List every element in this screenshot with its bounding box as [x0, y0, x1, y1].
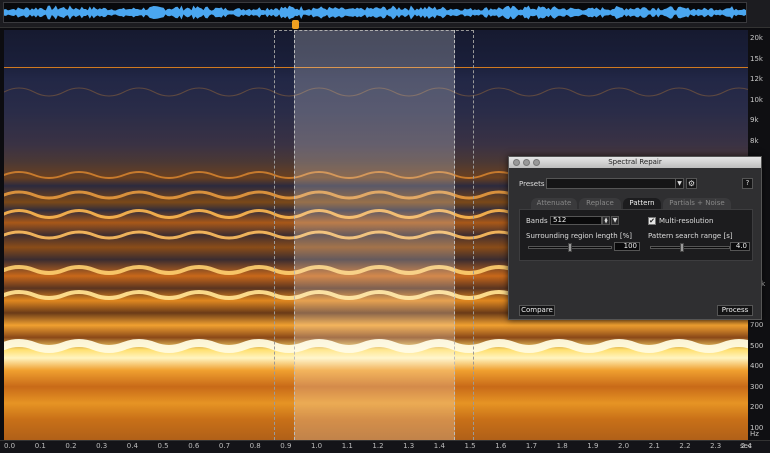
spectral-repair-panel: Spectral Repair Presets ▼ ⚙ ? Attenuate … [508, 156, 762, 320]
pattern-search-range-slider-thumb[interactable] [680, 243, 685, 252]
frequency-tick-label: 700 [750, 321, 764, 330]
time-tick-label: 1.8 [556, 442, 568, 450]
time-tick-label: 1.1 [341, 442, 353, 450]
frequency-tick-label: 400 [750, 362, 764, 371]
tab-replace[interactable]: Replace [579, 198, 621, 209]
time-tick-label: 0.7 [218, 442, 231, 450]
frequency-tick-label: 15k [750, 54, 763, 63]
waveform-shape [4, 5, 746, 20]
multi-resolution-label: Multi-resolution [659, 217, 714, 225]
frequency-tick-label: 12k [750, 75, 763, 84]
tab-attenuate[interactable]: Attenuate [531, 198, 577, 209]
frequency-tick-label: 200 [750, 403, 764, 412]
time-tick-label: 2.0 [618, 442, 630, 450]
time-tick-label: 0.5 [157, 442, 169, 450]
presets-dropdown[interactable] [546, 178, 683, 189]
time-tick-label: 1.7 [525, 442, 538, 450]
frequency-tick-label: 20k [750, 34, 763, 42]
close-window-button[interactable] [513, 159, 520, 166]
time-tick-label: 0.2 [65, 442, 77, 450]
surrounding-region-slider-thumb[interactable] [568, 243, 572, 252]
pattern-search-range-label: Pattern search range [s] [648, 232, 733, 240]
playhead-marker[interactable] [292, 20, 299, 29]
time-unit-label: sec [740, 442, 752, 450]
frequency-tick-label: 300 [750, 382, 764, 391]
frequency-tick-label: 8k [750, 136, 759, 145]
gear-icon[interactable]: ⚙ [686, 178, 697, 189]
frequency-tick-label: 500 [750, 341, 764, 350]
time-tick-label: 1.9 [587, 442, 599, 450]
compare-button[interactable]: Compare [519, 305, 555, 316]
presets-dropdown-arrow-icon[interactable]: ▼ [675, 178, 684, 189]
panel-title-bar[interactable]: Spectral Repair [509, 157, 761, 168]
pattern-search-range-value[interactable]: 4.0 [730, 242, 750, 251]
time-tick-label: 1.6 [495, 442, 507, 450]
time-tick-label: 0.3 [96, 442, 108, 450]
bands-dropdown-arrow-icon[interactable]: ▼ [611, 216, 619, 225]
tab-partials-noise[interactable]: Partials + Noise [663, 198, 731, 209]
time-tick-label: 1.2 [372, 442, 384, 450]
time-tick-label: 2.3 [710, 442, 722, 450]
frequency-unit-label: Hz [750, 430, 759, 438]
bands-field[interactable]: 512 [550, 216, 602, 225]
time-tick-label: 2.2 [679, 442, 691, 450]
multi-resolution-checkbox[interactable]: ✔ [648, 217, 656, 225]
minimize-window-button[interactable] [523, 159, 530, 166]
overview-waveform[interactable] [3, 2, 747, 23]
time-tick-label: 0.9 [280, 442, 292, 450]
process-button[interactable]: Process [717, 305, 753, 316]
tab-pattern[interactable]: Pattern [623, 198, 661, 209]
bands-label: Bands [526, 217, 548, 225]
time-tick-label: 1.0 [311, 442, 323, 450]
surrounding-region-label: Surrounding region length [%] [526, 232, 633, 240]
time-tick-label: 0.1 [34, 442, 46, 450]
waveform-graph [4, 5, 746, 20]
zoom-window-button[interactable] [533, 159, 540, 166]
surrounding-region-value[interactable]: 100 [614, 242, 640, 251]
panel-title: Spectral Repair [608, 158, 662, 166]
time-axis: 0.0 0.1 0.2 0.3 0.4 0.5 0.6 0.7 0.8 0.9 1.0 1.1 1.2 1… [0, 440, 770, 453]
time-tick-label: 0.6 [188, 442, 200, 450]
time-tick-label: 0.8 [249, 442, 261, 450]
frequency-tick-label: 9k [750, 116, 759, 125]
pattern-tab-content: Bands 512 ▲ ▼ ▼ ✔ Multi-resolution Surro… [519, 209, 753, 261]
spin-down-icon: ▼ [604, 219, 608, 224]
time-tick-label: 2.1 [648, 442, 660, 450]
time-tick-label: 1.4 [433, 442, 445, 450]
pattern-search-range-slider[interactable] [650, 246, 730, 249]
time-tick-label: 1.3 [403, 442, 415, 450]
overview-bar [0, 0, 770, 29]
selection-region[interactable] [294, 30, 455, 440]
time-tick-label: 1.5 [464, 442, 476, 450]
frequency-tick-label: 10k [750, 95, 763, 104]
presets-label: Presets [519, 180, 545, 188]
bands-spinner[interactable]: ▲ ▼ [602, 216, 610, 225]
time-tick-label: 0.0 [4, 442, 16, 450]
help-button[interactable]: ? [742, 178, 753, 189]
time-tick-label: 0.4 [126, 442, 138, 450]
